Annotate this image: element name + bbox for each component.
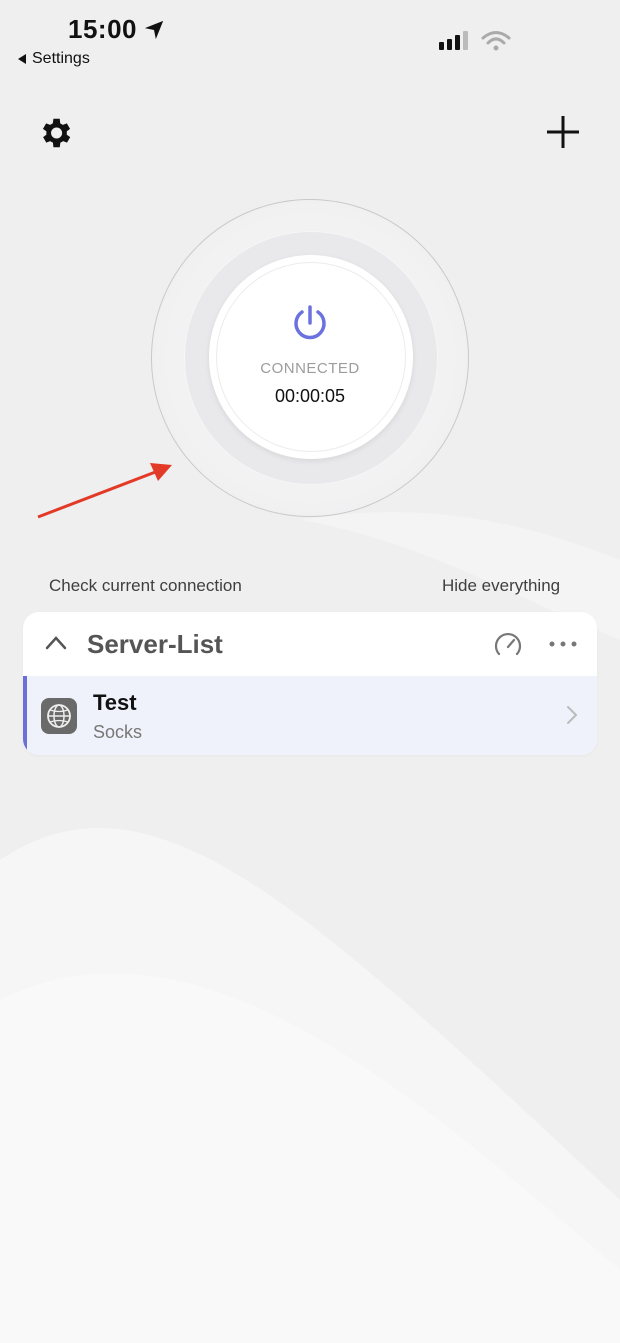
chevron-up-icon[interactable] [45, 634, 67, 652]
location-arrow-icon [144, 20, 164, 40]
server-type: Socks [93, 722, 143, 742]
speedometer-icon[interactable] [493, 630, 523, 660]
chevron-right-icon[interactable] [565, 704, 579, 726]
gear-icon[interactable] [36, 114, 74, 152]
back-icon [18, 54, 26, 64]
back-to-settings[interactable]: Settings [18, 50, 90, 68]
signal-icon [439, 31, 468, 50]
server-list-header[interactable]: Server-List [23, 612, 597, 676]
connection-timer: 00:00:05 [274, 386, 346, 406]
check-connection-link[interactable]: Check current connection [49, 576, 242, 596]
server-list-card: Server-List Test Socks [23, 612, 597, 755]
annotation-arrow-icon [37, 463, 172, 519]
back-settings-label: Settings [32, 50, 90, 67]
connect-button-inner-ring [216, 262, 406, 452]
status-time: 15:00 [68, 14, 137, 44]
globe-icon [41, 698, 77, 734]
selected-indicator [23, 676, 27, 755]
server-row[interactable]: Test Socks [23, 676, 597, 755]
power-icon [294, 305, 326, 340]
server-name: Test [93, 690, 137, 715]
more-icon[interactable] [548, 640, 578, 648]
plus-icon[interactable] [545, 114, 581, 150]
server-list-title: Server-List [87, 629, 223, 659]
wifi-icon [481, 31, 511, 51]
hide-everything-link[interactable]: Hide everything [442, 576, 560, 596]
connection-status: CONNECTED [260, 360, 360, 377]
